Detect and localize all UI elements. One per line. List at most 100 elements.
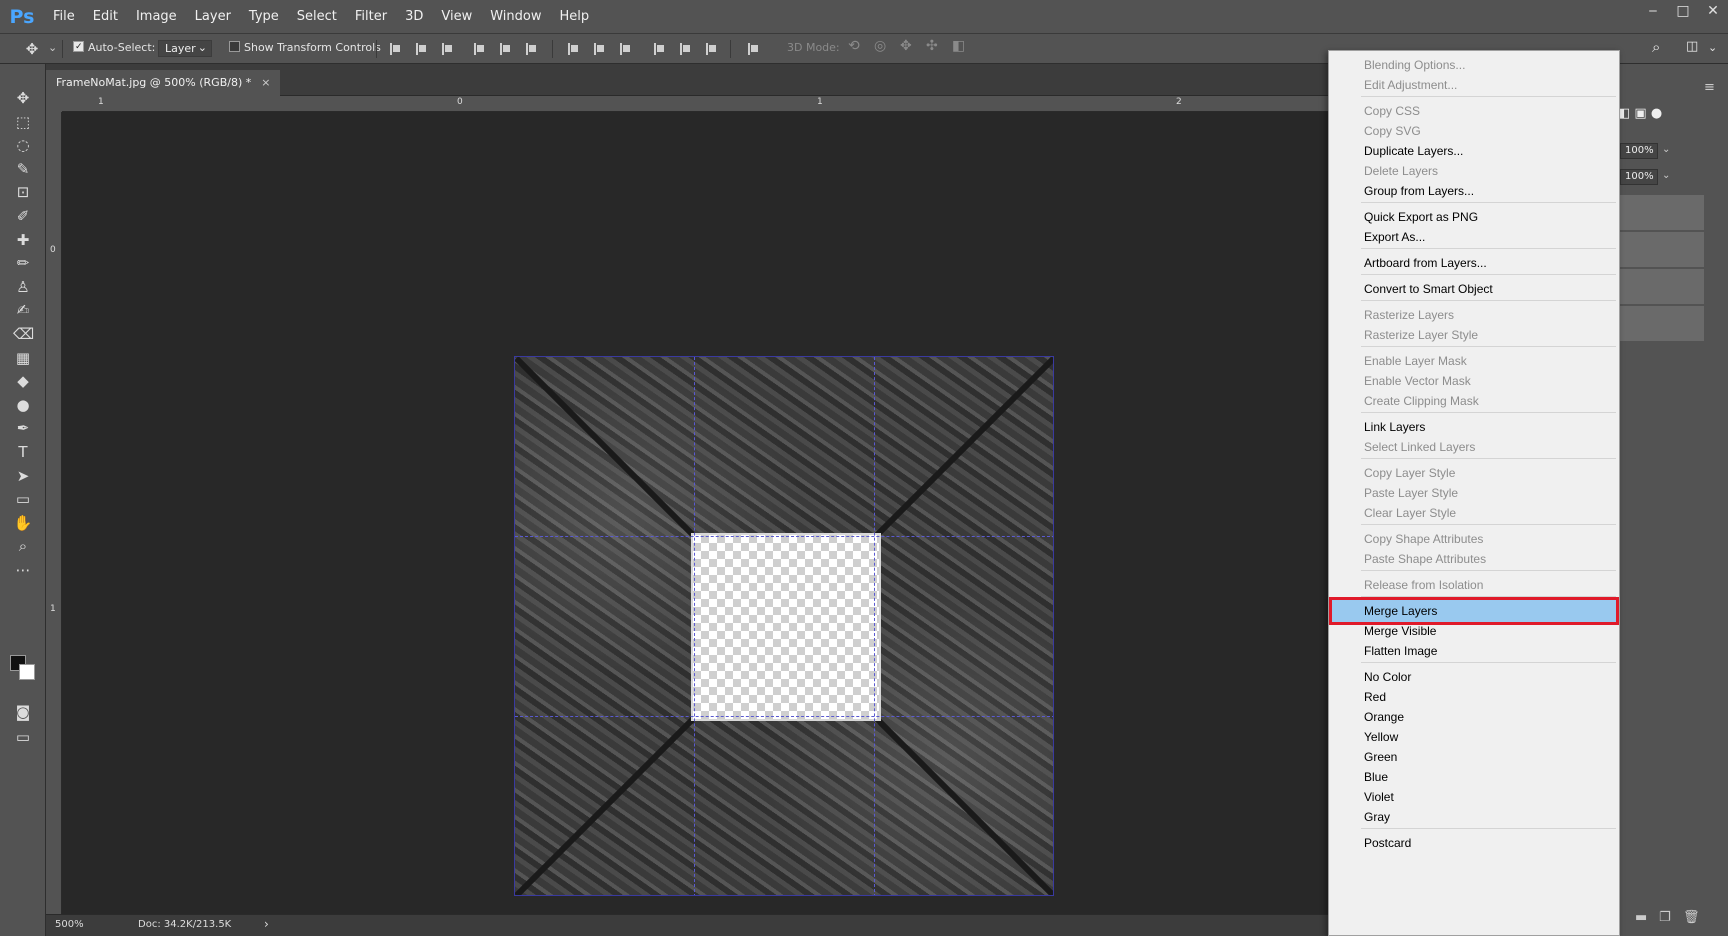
menu-item-link-layers[interactable]: Link Layers [1332,416,1616,438]
distribute-top-icon[interactable] [566,42,580,56]
align-horizontal-center-icon[interactable] [498,42,512,56]
lock-icon[interactable]: ◧ ▣ ● [1618,106,1662,121]
menu-item-quick-export-as-png[interactable]: Quick Export as PNG [1332,206,1616,228]
hand-tool-icon[interactable]: ✋ [13,513,33,533]
zoom-tool-icon[interactable]: ⌕ [13,536,33,556]
guide-line[interactable] [515,716,1053,717]
maximize-button[interactable]: □ [1668,0,1698,22]
distribute-left-icon[interactable] [652,42,666,56]
menu-item-enable-layer-mask[interactable]: Enable Layer Mask [1332,350,1616,372]
menu-item-create-clipping-mask[interactable]: Create Clipping Mask [1332,390,1616,412]
chevron-down-icon[interactable]: ⌄ [1662,170,1670,181]
eyedropper-tool-icon[interactable]: ✐ [13,206,33,226]
crop-tool-icon[interactable]: ⊡ [13,182,33,202]
minimize-button[interactable]: ‒ [1638,0,1668,22]
screen-mode-icon[interactable]: ▭ [13,727,33,747]
guide-line[interactable] [515,536,1053,537]
healing-brush-tool-icon[interactable]: ✚ [13,230,33,250]
menu-help[interactable]: Help [551,0,599,34]
history-brush-tool-icon[interactable]: ✍ [13,300,33,320]
dodge-tool-icon[interactable]: ● [13,395,33,415]
menu-item-duplicate-layers[interactable]: Duplicate Layers... [1332,140,1616,162]
blur-tool-icon[interactable]: ◆ [13,371,33,391]
menu-item-rasterize-layer-style[interactable]: Rasterize Layer Style [1332,324,1616,346]
distribute-bottom-icon[interactable] [618,42,632,56]
menu-item-copy-css[interactable]: Copy CSS [1332,100,1616,122]
menu-item-convert-to-smart-object[interactable]: Convert to Smart Object [1332,278,1616,300]
distribute-horizontal-center-icon[interactable] [678,42,692,56]
lasso-tool-icon[interactable]: ◌ [13,135,33,155]
menu-type[interactable]: Type [240,0,288,34]
ruler-origin[interactable] [46,96,62,112]
menu-layer[interactable]: Layer [186,0,240,34]
type-tool-icon[interactable]: T [13,442,33,462]
workspace-icon[interactable]: ◫ [1686,39,1698,54]
panel-menu-icon[interactable]: ≡ [1704,80,1715,95]
menu-item-blending-options[interactable]: Blending Options... [1332,54,1616,76]
quick-mask-icon[interactable]: ◙ [13,702,33,722]
move-tool-icon[interactable]: ✥ [13,88,33,108]
background-color-swatch[interactable] [19,664,35,680]
align-top-icon[interactable] [388,42,402,56]
menu-item-copy-svg[interactable]: Copy SVG [1332,120,1616,142]
move-tool-preset-icon[interactable]: ✥ [22,39,42,59]
menu-item-yellow[interactable]: Yellow [1332,726,1616,748]
menu-view[interactable]: View [432,0,481,34]
menu-item-postcard[interactable]: Postcard [1332,832,1616,854]
gradient-tool-icon[interactable]: ▦ [13,348,33,368]
delete-layer-icon[interactable]: 🗑 [1683,910,1700,925]
auto-select-target-dropdown[interactable]: Layer ⌄ [158,40,212,57]
chevron-down-icon[interactable]: ⌄ [1708,41,1717,54]
menu-item-merge-visible[interactable]: Merge Visible [1332,620,1616,642]
opacity-field[interactable]: 100% [1620,143,1658,159]
align-bottom-icon[interactable] [440,42,454,56]
vertical-ruler[interactable]: 0 1 [46,112,62,914]
guide-line[interactable] [874,357,875,895]
horizontal-ruler[interactable]: 1 0 1 2 [62,96,1328,112]
align-right-icon[interactable] [524,42,538,56]
menu-item-orange[interactable]: Orange [1332,706,1616,728]
canvas-area[interactable] [62,112,1328,914]
quick-select-tool-icon[interactable]: ✎ [13,159,33,179]
chevron-down-icon[interactable]: ⌄ [1662,144,1670,155]
align-vertical-center-icon[interactable] [414,42,428,56]
menu-3d[interactable]: 3D [396,0,432,34]
menu-item-group-from-layers[interactable]: Group from Layers... [1332,180,1616,202]
menu-item-release-from-isolation[interactable]: Release from Isolation [1332,574,1616,596]
menu-item-green[interactable]: Green [1332,746,1616,768]
clone-stamp-tool-icon[interactable]: ♙ [13,277,33,297]
layer-row[interactable] [1620,232,1704,268]
menu-item-violet[interactable]: Violet [1332,786,1616,808]
menu-edit[interactable]: Edit [84,0,127,34]
menu-item-flatten-image[interactable]: Flatten Image [1332,640,1616,662]
rectangle-tool-icon[interactable]: ▭ [13,489,33,509]
close-tab-icon[interactable]: × [261,76,270,89]
menu-item-gray[interactable]: Gray [1332,806,1616,828]
more-tools-icon[interactable]: ⋯ [13,560,33,580]
menu-file[interactable]: File [44,0,84,34]
guide-line[interactable] [694,357,695,895]
distribute-right-icon[interactable] [704,42,718,56]
align-left-icon[interactable] [472,42,486,56]
status-menu-arrow-icon[interactable]: › [264,917,269,931]
menu-image[interactable]: Image [127,0,186,34]
path-select-tool-icon[interactable]: ➤ [13,466,33,486]
layer-row[interactable] [1620,195,1704,231]
menu-window[interactable]: Window [481,0,550,34]
document-image[interactable] [514,356,1054,896]
show-transform-controls-checkbox[interactable]: Show Transform Controls [229,41,381,54]
close-button[interactable]: ✕ [1698,0,1728,22]
menu-item-edit-adjustment[interactable]: Edit Adjustment... [1332,74,1616,96]
menu-select[interactable]: Select [288,0,346,34]
new-group-icon[interactable]: ▬ [1635,910,1647,925]
auto-align-layers-icon[interactable] [746,42,760,56]
search-icon[interactable]: ⌕ [1652,38,1660,56]
menu-item-copy-shape-attributes[interactable]: Copy Shape Attributes [1332,528,1616,550]
menu-item-rasterize-layers[interactable]: Rasterize Layers [1332,304,1616,326]
menu-filter[interactable]: Filter [346,0,396,34]
menu-item-artboard-from-layers[interactable]: Artboard from Layers... [1332,252,1616,274]
menu-item-merge-layers[interactable]: Merge Layers [1329,597,1619,625]
zoom-level[interactable]: 500% [55,919,84,930]
menu-item-enable-vector-mask[interactable]: Enable Vector Mask [1332,370,1616,392]
new-layer-icon[interactable]: ❐ [1659,910,1671,925]
